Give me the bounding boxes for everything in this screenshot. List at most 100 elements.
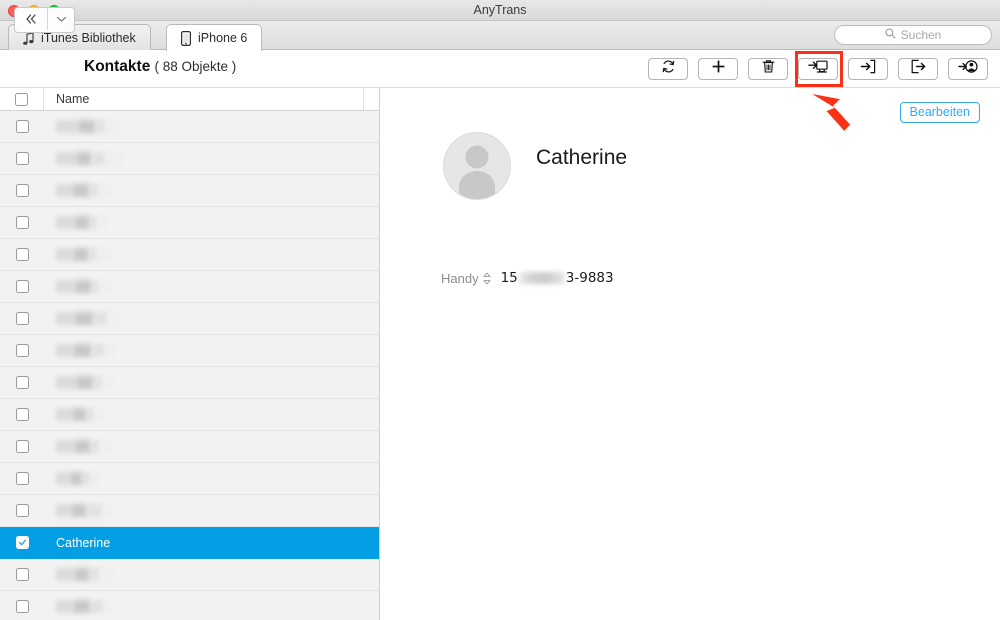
row-checkbox-cell[interactable] [0,376,44,389]
row-checkbox[interactable] [15,376,29,389]
phone-prefix: 15 [500,270,518,286]
row-checkbox[interactable] [15,280,29,293]
redaction-block [56,216,74,229]
row-name-cell [44,463,379,495]
delete-button[interactable] [748,58,788,80]
row-checkbox-cell[interactable] [0,344,44,357]
up-down-stepper-icon[interactable] [483,272,491,285]
row-checkbox[interactable] [15,440,29,453]
row-checkbox[interactable] [15,184,29,197]
page-title: Kontakte [84,58,151,75]
breadcrumb: Kontakte ( 88 Objekte ) [84,58,236,76]
table-row[interactable] [0,143,379,175]
row-checkbox[interactable] [15,568,29,581]
row-checkbox-cell[interactable] [0,440,44,453]
row-checkbox-cell[interactable] [0,184,44,197]
table-row[interactable] [0,559,379,591]
table-row[interactable] [0,175,379,207]
redacted-name [56,216,108,229]
row-checkbox[interactable] [15,120,29,133]
row-checkbox[interactable] [15,472,29,485]
edit-button[interactable]: Bearbeiten [899,102,980,123]
table-row[interactable] [0,111,379,143]
table-row[interactable] [0,367,379,399]
redaction-block [76,376,94,389]
row-checkbox-cell[interactable] [0,312,44,325]
row-checkbox[interactable] [15,536,29,549]
redaction-block [72,408,87,421]
redacted-name [56,312,120,325]
redacted-name [56,376,115,389]
table-row[interactable] [0,271,379,303]
row-checkbox-cell[interactable] [0,536,44,549]
row-name-cell [44,399,379,431]
table-row[interactable] [0,303,379,335]
row-checkbox[interactable] [15,216,29,229]
field-handy-value[interactable]: 15 3-9883 [501,270,614,286]
row-checkbox-cell[interactable] [0,120,44,133]
table-row[interactable] [0,591,379,620]
table-row[interactable] [0,239,379,271]
contacts-row-container: CatherineJustine [0,111,379,620]
import-to-device-icon [860,59,876,79]
row-checkbox[interactable] [15,408,29,421]
add-button[interactable] [698,58,738,80]
row-checkbox-cell[interactable] [0,216,44,229]
history-dropdown-button[interactable] [47,8,74,30]
redaction-block [83,472,91,485]
row-checkbox[interactable] [15,248,29,261]
row-checkbox-cell[interactable] [0,504,44,517]
row-checkbox-cell[interactable] [0,568,44,581]
redaction-block [92,280,100,293]
row-checkbox-cell[interactable] [0,280,44,293]
phone-suffix: 3-9883 [565,270,614,286]
table-row[interactable] [0,463,379,495]
to-contacts-button[interactable] [948,58,988,80]
search-input[interactable]: Suchen [834,25,992,45]
redaction-block [56,248,73,261]
select-all-cell[interactable] [0,88,44,110]
redacted-name [56,280,111,293]
iphone-device-icon [181,30,191,46]
redacted-name [56,408,105,421]
row-checkbox-cell[interactable] [0,472,44,485]
row-checkbox[interactable] [15,152,29,165]
row-checkbox[interactable] [15,312,29,325]
row-name-cell [44,175,379,207]
row-checkbox-cell[interactable] [0,152,44,165]
field-handy-label-text: Handy [441,270,479,286]
table-row[interactable] [0,335,379,367]
row-checkbox[interactable] [15,344,29,357]
redaction-block [87,408,95,421]
redaction-block [94,376,103,389]
field-handy-label[interactable]: Handy [441,271,491,286]
redaction-block [100,280,111,293]
table-row[interactable]: Catherine [0,527,379,559]
back-button[interactable] [15,8,47,30]
redaction-block [56,280,75,293]
tab-iphone-6[interactable]: iPhone 6 [166,24,263,51]
redaction-block [56,472,70,485]
item-count: ( 88 Objekte ) [154,59,237,74]
table-row[interactable] [0,431,379,463]
row-checkbox-cell[interactable] [0,408,44,421]
redaction-block [56,600,73,613]
redaction-block [56,312,74,325]
table-row[interactable] [0,207,379,239]
export-out-icon [910,59,926,79]
export-button[interactable] [898,58,938,80]
column-header-spacer [364,88,379,110]
refresh-icon [661,59,676,79]
row-checkbox-cell[interactable] [0,600,44,613]
row-checkbox[interactable] [15,600,29,613]
to-device-button[interactable] [848,58,888,80]
table-row[interactable] [0,495,379,527]
column-header-name-label: Name [56,92,90,106]
table-row[interactable] [0,399,379,431]
select-all-checkbox[interactable] [15,92,28,106]
music-note-icon [23,31,34,45]
row-checkbox-cell[interactable] [0,248,44,261]
column-header-name[interactable]: Name [44,88,364,110]
refresh-button[interactable] [648,58,688,80]
row-checkbox[interactable] [15,504,29,517]
